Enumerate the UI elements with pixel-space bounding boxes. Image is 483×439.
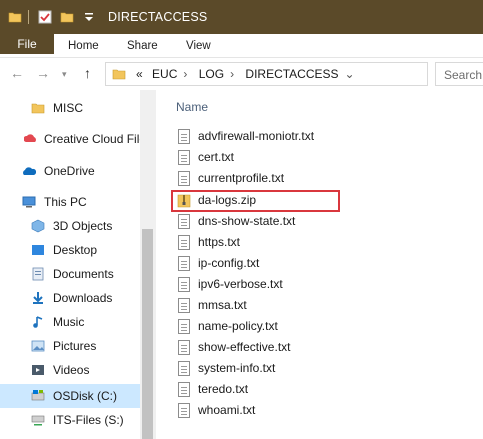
tab-home[interactable]: Home (68, 34, 99, 58)
nav-item-onedrive[interactable]: OneDrive (0, 160, 140, 182)
text-file-icon (178, 382, 190, 397)
search-placeholder: Search (444, 68, 483, 82)
file-list: Name advfirewall-moniotr.txt cert.txt cu… (155, 90, 483, 439)
this-pc-icon (22, 196, 36, 208)
text-file-icon (178, 214, 190, 229)
nav-item-music[interactable]: Music (0, 311, 140, 333)
back-arrow-icon[interactable]: ← (10, 65, 24, 81)
breadcrumb-overflow[interactable]: « (136, 67, 143, 81)
text-file-icon (178, 129, 190, 144)
nav-item-desktop[interactable]: Desktop (0, 239, 140, 261)
column-header-name[interactable]: Name (176, 100, 208, 114)
documents-icon (32, 267, 44, 281)
text-file-icon (178, 340, 190, 355)
list-item[interactable]: ip-config.txt (178, 253, 458, 273)
text-file-icon (178, 298, 190, 313)
downloads-icon (33, 292, 43, 304)
text-file-icon (178, 361, 190, 376)
title-bar: DIRECTACCESS (0, 0, 483, 34)
videos-icon (32, 365, 44, 375)
divider (28, 10, 29, 24)
properties-icon[interactable] (38, 10, 52, 24)
nav-item-pictures[interactable]: Pictures (0, 335, 140, 357)
nav-item-3d-objects[interactable]: 3D Objects (0, 215, 140, 237)
text-file-icon (178, 171, 190, 186)
tab-file[interactable]: File (0, 34, 54, 54)
nav-item-downloads[interactable]: Downloads (0, 287, 140, 309)
text-file-icon (178, 256, 190, 271)
text-file-icon (178, 150, 190, 165)
list-item[interactable]: https.txt (178, 232, 458, 252)
breadcrumb-directaccess[interactable]: DIRECTACCESS (245, 67, 338, 81)
drive-icon (31, 390, 45, 401)
list-item[interactable]: ipv6-verbose.txt (178, 274, 458, 294)
text-file-icon (178, 319, 190, 334)
chevron-right-icon[interactable]: › (230, 67, 234, 81)
nav-item-videos[interactable]: Videos (0, 359, 140, 381)
list-item[interactable]: whoami.txt (178, 400, 458, 420)
nav-item-misc[interactable]: MISC (0, 97, 140, 119)
text-file-icon (178, 403, 190, 418)
list-item[interactable]: currentprofile.txt (178, 168, 458, 188)
nav-item-this-pc[interactable]: This PC (0, 191, 140, 213)
folder-icon (8, 12, 22, 23)
ribbon-tabs: File Home Share View (0, 34, 483, 58)
up-arrow-icon[interactable]: ↑ (84, 65, 91, 81)
forward-arrow-icon[interactable]: → (36, 65, 50, 81)
new-folder-icon[interactable] (60, 10, 74, 24)
network-drive-icon (31, 415, 45, 426)
divider (155, 90, 156, 439)
text-file-icon (178, 235, 190, 250)
list-item[interactable]: teredo.txt (178, 379, 458, 399)
list-item[interactable]: cert.txt (178, 147, 458, 167)
list-item[interactable]: dns-show-state.txt (178, 211, 458, 231)
search-input[interactable]: Search (435, 62, 483, 86)
chevron-right-icon[interactable]: › (183, 67, 187, 81)
desktop-icon (32, 245, 44, 255)
text-file-icon (178, 277, 190, 292)
address-row: ← → ▾ ↑ « EUC › LOG › DIRECTACCESS ⌄ Search (0, 58, 483, 90)
music-icon (33, 316, 43, 328)
list-item[interactable]: show-effective.txt (178, 337, 458, 357)
folder-icon (31, 103, 45, 114)
nav-item-creative-cloud[interactable]: Creative Cloud Files (0, 128, 140, 150)
scrollbar-thumb[interactable] (142, 229, 153, 439)
window-title: DIRECTACCESS (108, 10, 208, 24)
chevron-down-icon[interactable]: ⌄ (345, 67, 355, 81)
recent-locations-icon[interactable]: ▾ (62, 69, 67, 80)
list-item[interactable]: system-info.txt (178, 358, 458, 378)
customize-toolbar-icon[interactable] (82, 10, 96, 24)
3d-objects-icon (31, 219, 45, 233)
breadcrumb-log[interactable]: LOG (199, 67, 224, 81)
nav-item-documents[interactable]: Documents (0, 263, 140, 285)
breadcrumb-euc[interactable]: EUC (152, 67, 177, 81)
list-item[interactable]: name-policy.txt (178, 316, 458, 336)
highlight-box (171, 190, 340, 212)
tab-view[interactable]: View (186, 34, 211, 58)
list-item[interactable]: mmsa.txt (178, 295, 458, 315)
folder-icon (112, 69, 126, 80)
nav-scrollbar[interactable] (140, 90, 155, 439)
navigation-pane: MISC Creative Cloud Files OneDrive This … (0, 90, 155, 439)
pictures-icon (31, 340, 45, 352)
creative-cloud-icon (24, 134, 36, 142)
onedrive-icon (23, 167, 36, 175)
nav-item-its-files[interactable]: ITS-Files (S:) (0, 409, 140, 431)
address-bar[interactable]: « EUC › LOG › DIRECTACCESS ⌄ (105, 62, 428, 86)
list-item[interactable]: advfirewall-moniotr.txt (178, 126, 458, 146)
nav-item-osdisk[interactable]: OSDisk (C:) (0, 384, 140, 408)
tab-share[interactable]: Share (127, 34, 158, 58)
